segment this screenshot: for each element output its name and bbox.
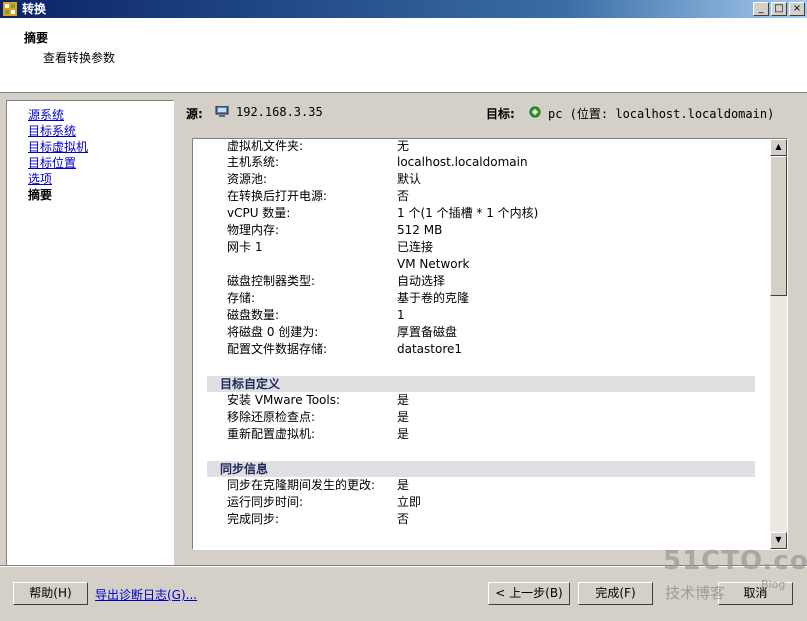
detail-key: 配置文件数据存储: [227, 342, 328, 356]
detail-value: 是 [397, 478, 410, 492]
converter-app-icon [3, 2, 17, 16]
maximize-button[interactable]: □ [771, 2, 787, 16]
nav-item-target-location[interactable]: 目标位置 [28, 156, 76, 171]
detail-key: 网卡 1 [227, 240, 263, 254]
footer-separator [0, 565, 807, 567]
page-title: 摘要 [24, 31, 49, 45]
wizard-steps-nav: 源系统 目标系统 目标虚拟机 目标位置 选项 摘要 [6, 100, 174, 566]
detail-value: 无 [397, 139, 410, 153]
minimize-button[interactable]: _ [753, 2, 769, 16]
detail-key: 在转换后打开电源: [227, 189, 328, 203]
detail-value: 是 [397, 393, 410, 407]
vertical-scrollbar[interactable]: ▲ ▼ [770, 139, 787, 549]
watermark-subtitle: 技术博客 [665, 584, 726, 602]
detail-value: 自动选择 [397, 274, 446, 288]
detail-value: 否 [397, 512, 410, 526]
detail-key: 物理内存: [227, 223, 280, 237]
detail-value: 立即 [397, 495, 422, 509]
detail-key: 将磁盘 0 创建为: [227, 325, 319, 339]
help-button[interactable]: 帮助(H) [13, 582, 88, 605]
detail-value: VM Network [397, 257, 470, 271]
watermark-logo-text: 51CTO.com [663, 546, 807, 576]
cancel-button[interactable]: 取消 [718, 582, 793, 605]
detail-value: 默认 [397, 172, 422, 186]
scroll-up-button[interactable]: ▲ [770, 139, 787, 156]
detail-key: 主机系统: [227, 155, 280, 169]
detail-key: vCPU 数量: [227, 206, 291, 220]
close-button[interactable]: × [789, 2, 805, 16]
scroll-down-button[interactable]: ▼ [770, 532, 787, 549]
detail-value: 是 [397, 410, 410, 424]
source-label: 源: [186, 107, 203, 121]
detail-value: localhost.localdomain [397, 155, 528, 169]
detail-key: 磁盘数量: [227, 308, 280, 322]
detail-key: 运行同步时间: [227, 495, 304, 509]
computer-icon [215, 106, 229, 117]
nav-item-summary: 摘要 [28, 188, 53, 202]
back-button[interactable]: < 上一步(B) [488, 582, 570, 605]
scrollbar-thumb[interactable] [770, 156, 787, 296]
detail-value: datastore1 [397, 342, 463, 356]
export-diagnostic-log-link[interactable]: 导出诊断日志(G)... [95, 586, 197, 603]
detail-value: 1 个(1 个插槽 * 1 个内核) [397, 206, 539, 220]
nav-item-options[interactable]: 选项 [28, 172, 52, 187]
vm-target-icon [529, 106, 541, 118]
summary-details-panel: 虚拟机文件夹: 无 主机系统: localhost.localdomain 资源池:… [192, 138, 788, 550]
window-title: 转换 [22, 2, 47, 16]
nav-item-source-system[interactable]: 源系统 [28, 108, 64, 123]
detail-key: 移除还原检查点: [227, 410, 316, 424]
detail-value: 厚置备磁盘 [397, 325, 458, 339]
detail-key: 资源池: [227, 172, 268, 186]
detail-value: 基于卷的克隆 [397, 291, 470, 305]
detail-value: 否 [397, 189, 410, 203]
target-value: pc (位置: localhost.localdomain) [548, 107, 775, 121]
section-header-target-customization: 目标自定义 [207, 376, 755, 392]
source-value: 192.168.3.35 [236, 105, 323, 119]
detail-key: 存储: [227, 291, 256, 305]
detail-value: 是 [397, 427, 410, 441]
source-target-bar: 源: 192.168.3.35 目标: pc (位置: localhost.lo… [186, 103, 796, 123]
title-bar: 转换 _ □ × [0, 0, 807, 18]
detail-value: 512 MB [397, 223, 443, 237]
section-header-sync-info: 同步信息 [207, 461, 755, 477]
nav-item-target-vm[interactable]: 目标虚拟机 [28, 140, 88, 155]
detail-key: 重新配置虚拟机: [227, 427, 316, 441]
nav-item-target-system[interactable]: 目标系统 [28, 124, 76, 139]
detail-key: 同步在克隆期间发生的更改: [227, 478, 376, 492]
detail-value: 已连接 [397, 240, 434, 254]
wizard-header: 摘要 查看转换参数 [0, 18, 807, 93]
finish-button[interactable]: 完成(F) [578, 582, 653, 605]
detail-key: 安装 VMware Tools: [227, 393, 341, 407]
detail-key: 虚拟机文件夹: [227, 139, 304, 153]
detail-key: 完成同步: [227, 512, 280, 526]
page-subtitle: 查看转换参数 [43, 51, 116, 65]
detail-value: 1 [397, 308, 405, 322]
target-label: 目标: [486, 107, 515, 121]
detail-key: 磁盘控制器类型: [227, 274, 316, 288]
